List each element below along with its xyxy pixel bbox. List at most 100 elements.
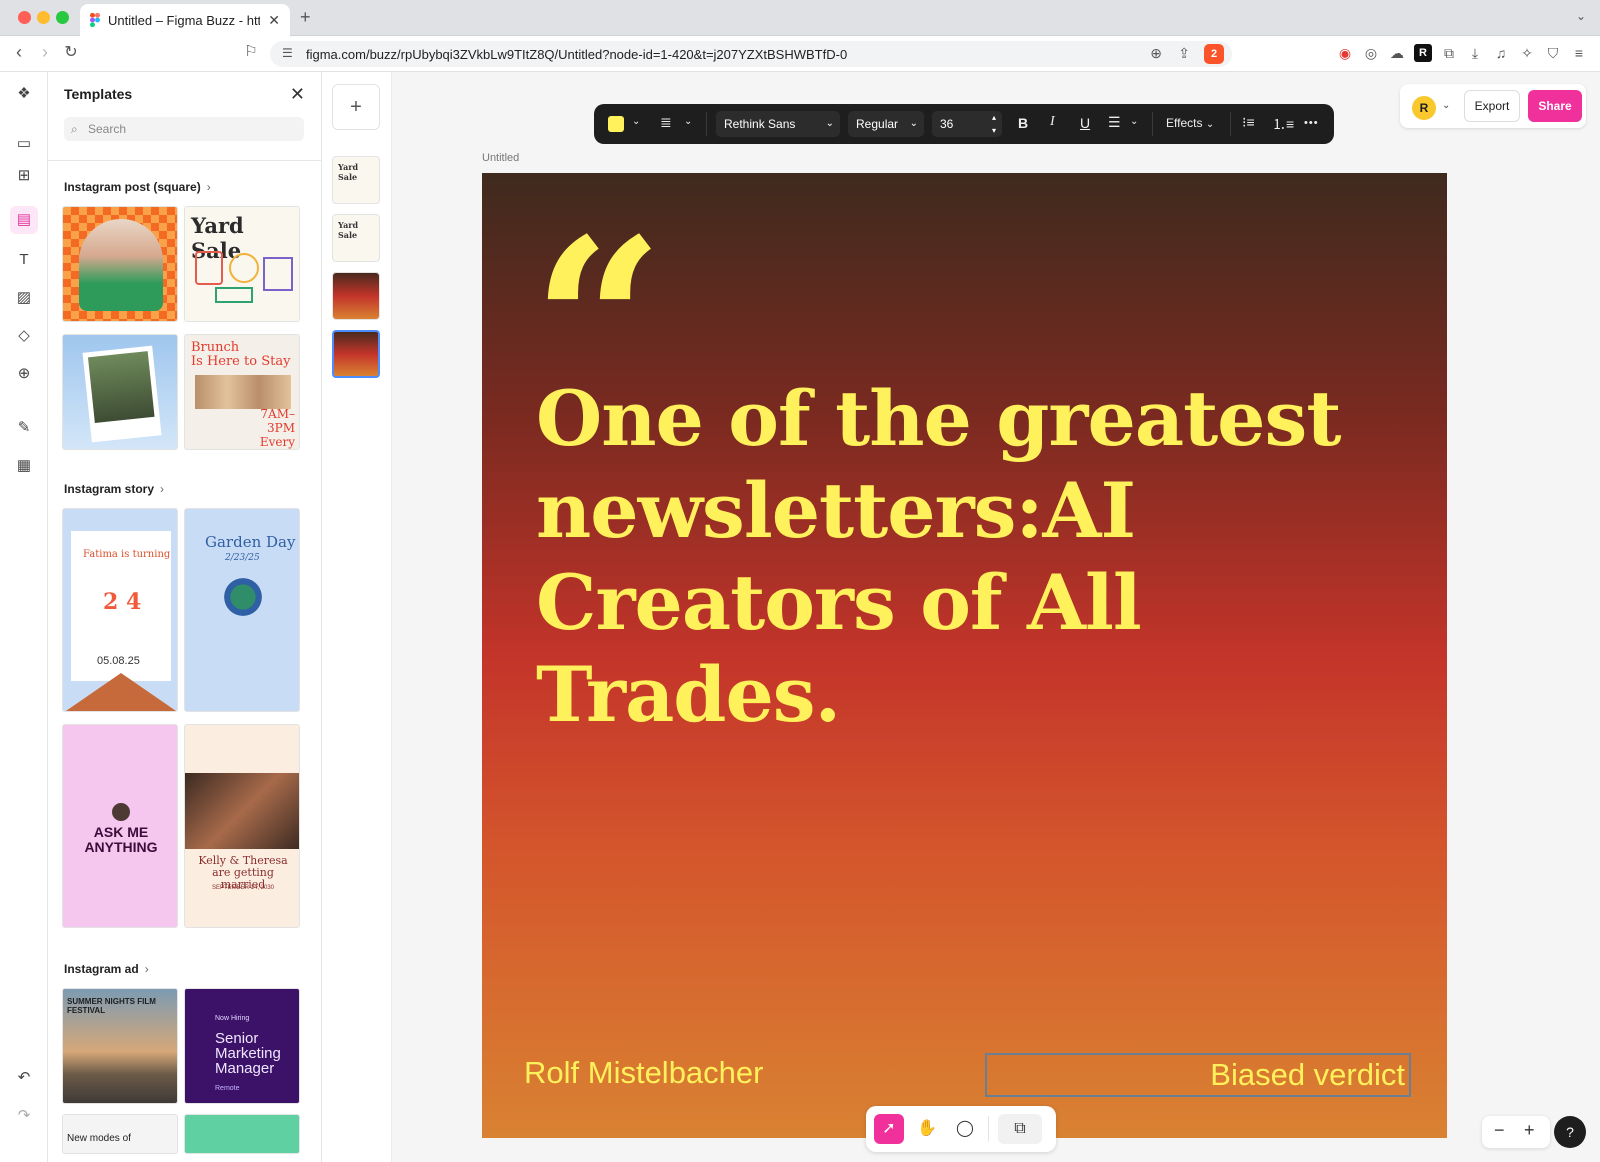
address-bar[interactable]: ☰ figma.com/buzz/rpUbybqi3ZVkbLw9TItZ8Q/… [270,41,1232,67]
stroke-weight-icon[interactable]: ≣ [660,114,672,131]
table-icon[interactable]: ▦ [10,452,38,480]
grammarly-extension-icon[interactable]: ◎ [1362,44,1380,62]
image-icon[interactable]: ▨ [10,284,38,312]
back-button[interactable]: ‹ [8,42,30,63]
bookmark-icon[interactable]: ⚐ [240,42,262,60]
grid-view-icon[interactable]: ⊞ [10,162,38,190]
text-color-swatch[interactable] [608,116,624,132]
chevron-right-icon: › [144,962,149,976]
readwise-extension-icon[interactable]: R [1414,44,1432,62]
font-family-select[interactable]: Rethink Sans ⌄ [716,111,840,137]
headline-text[interactable]: One of the greatest newsletters:AI Creat… [536,373,1396,741]
effects-button[interactable]: Effects ⌄ [1166,116,1214,130]
page-thumb-1[interactable]: Yard Sale [332,156,380,204]
avatar-chevron-icon[interactable]: ⌄ [1442,100,1450,111]
selected-text-box[interactable]: Biased verdict [985,1053,1411,1097]
media-icon[interactable]: ♫ [1492,44,1510,62]
underline-button[interactable]: U [1080,115,1090,131]
select-tool-icon[interactable]: ➚ [874,1114,904,1144]
font-size-input[interactable]: 36 ▴ ▾ [932,111,1002,137]
template-brunch[interactable]: Brunch Is Here to Stay 7AM–3PM Every Sat… [184,334,300,450]
zoom-out-button[interactable]: − [1494,1120,1505,1141]
maximize-window-button[interactable] [56,11,69,24]
download-icon[interactable]: ⤓ [1466,44,1484,62]
template-portrait-checker[interactable] [62,206,178,322]
bold-button[interactable]: B [1018,115,1028,131]
avatar-circle [112,803,130,821]
brave-shields-icon[interactable]: 2 [1204,44,1224,64]
template-wedding[interactable]: Kelly & Theresa are getting married SEPT… [184,724,300,928]
couple-photo [185,773,299,849]
comment-tool-icon[interactable]: ◯ [950,1114,980,1144]
template-new-modes[interactable]: New modes of [62,1114,178,1154]
figma-menu-icon[interactable]: ❖ [10,80,38,108]
site-settings-icon[interactable]: ☰ [282,46,293,60]
stepper-icon[interactable]: ▴ ▾ [992,111,996,137]
redo-icon[interactable]: ↷ [10,1102,38,1130]
share-button[interactable]: Share [1528,90,1582,122]
numbered-list-icon[interactable]: ⒈≡ [1272,114,1294,134]
stroke-chevron-icon[interactable]: ⌄ [684,116,692,127]
undo-icon[interactable]: ↶ [10,1064,38,1092]
new-tab-button[interactable]: + [300,7,311,28]
forward-button[interactable]: › [34,42,56,63]
text-tool-icon[interactable]: T [10,246,38,274]
extensions-puzzle-icon[interactable]: ⧉ [1440,44,1458,62]
plugins-icon[interactable]: ⊕ [10,360,38,388]
artboard[interactable]: “ One of the greatest newsletters:AI Cre… [482,173,1447,1138]
shapes-icon[interactable]: ◇ [10,322,38,350]
help-button[interactable]: ? [1554,1116,1586,1148]
export-button[interactable]: Export [1464,90,1520,122]
template-green[interactable] [184,1114,300,1154]
divider [1230,112,1231,136]
template-fatima-birthday[interactable]: Fatima is turning 2 4 05.08.25 [62,508,178,712]
templates-icon[interactable]: ▤ [10,206,38,234]
ai-sparkle-icon[interactable]: ✧ [1518,44,1536,62]
template-garden-day[interactable]: Garden Day 2/23/25 [184,508,300,712]
template-ask-me-anything[interactable]: ASK ME ANYTHING [62,724,178,928]
template-yard-sale[interactable]: Yard Sale [184,206,300,322]
minimize-window-button[interactable] [37,11,50,24]
panel-title: Templates [64,86,133,102]
author-text[interactable]: Rolf Mistelbacher [524,1055,763,1091]
close-window-button[interactable] [18,11,31,24]
italic-button[interactable]: I [1050,114,1055,130]
template-hiring[interactable]: Now Hiring Senior Marketing Manager Remo… [184,988,300,1104]
color-chevron-icon[interactable]: ⌄ [632,116,640,127]
browser-menu-icon[interactable]: ≡ [1570,44,1588,62]
template-search-input[interactable]: ⌕ Search [64,117,304,141]
zoom-in-button[interactable]: + [1524,1120,1535,1141]
bulleted-list-icon[interactable]: ⁝≡ [1242,114,1255,131]
template-first-day[interactable] [62,334,178,450]
browser-tab[interactable]: Untitled – Figma Buzz - https ✕ [80,4,290,36]
page-thumb-3[interactable] [332,272,380,320]
templates-tool-icon[interactable]: ⧉ [998,1114,1042,1144]
close-panel-icon[interactable]: ✕ [290,84,305,105]
share-page-icon[interactable]: ⇪ [1178,45,1190,62]
section-instagram-ad[interactable]: Instagram ad › [64,962,149,976]
edit-icon[interactable]: ✎ [10,414,38,442]
section-instagram-post[interactable]: Instagram post (square) › [64,180,211,194]
reload-button[interactable]: ↻ [60,42,82,62]
ball-illustration [229,253,259,283]
hand-tool-icon[interactable]: ✋ [912,1114,942,1144]
page-thumb-2[interactable]: Yard Sale [332,214,380,262]
zoom-icon[interactable]: ⊕ [1150,45,1162,62]
avatar[interactable]: R [1412,96,1436,120]
verdict-text[interactable]: Biased verdict [1210,1057,1405,1093]
add-page-button[interactable]: + [332,84,380,130]
vpn-shield-icon[interactable]: ⛉ [1544,44,1562,62]
align-chevron-icon[interactable]: ⌄ [1130,116,1138,127]
frame-name-label[interactable]: Untitled [482,152,519,164]
color-picker-extension-icon[interactable]: ◉ [1336,44,1354,62]
layers-icon[interactable]: ▭ [10,130,38,158]
tab-list-chevron-icon[interactable]: ⌄ [1576,9,1586,23]
cloud-extension-icon[interactable]: ☁ [1388,44,1406,62]
text-align-icon[interactable]: ☰ [1108,114,1121,131]
page-thumb-4-selected[interactable] [332,330,380,378]
close-tab-icon[interactable]: ✕ [268,12,280,29]
font-weight-select[interactable]: Regular ⌄ [848,111,924,137]
section-instagram-story[interactable]: Instagram story › [64,482,164,496]
template-film-festival[interactable]: SUMMER NIGHTS FILM FESTIVAL [62,988,178,1104]
more-options-icon[interactable]: ••• [1304,117,1319,129]
